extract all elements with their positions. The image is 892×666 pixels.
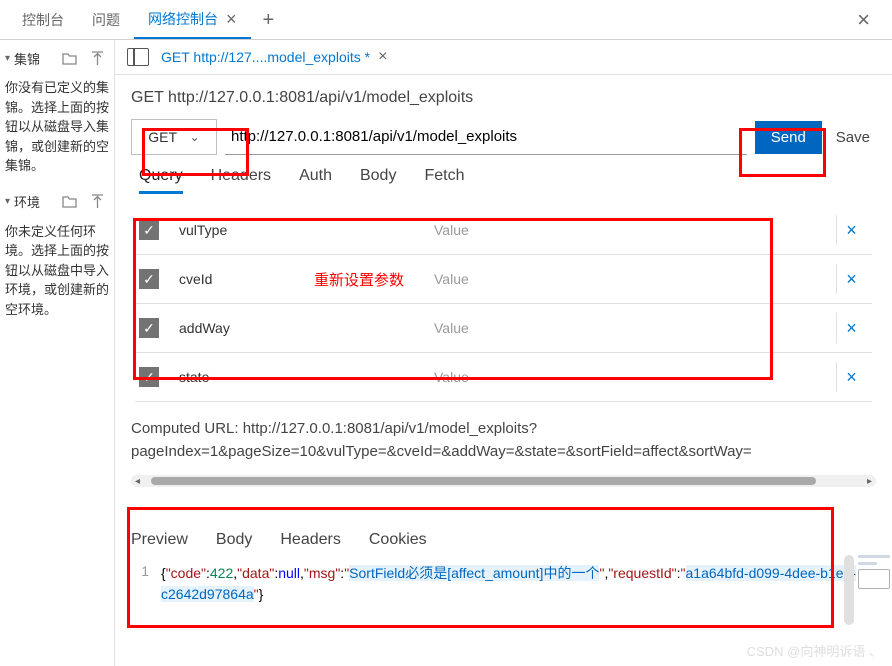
checkbox-icon[interactable]: ✓ bbox=[139, 269, 159, 289]
line-number: 1 bbox=[131, 563, 161, 605]
table-row: ✓ addWay Value × bbox=[135, 304, 872, 353]
tab-body[interactable]: Body bbox=[360, 167, 396, 194]
computed-url-label: Computed URL: bbox=[131, 420, 243, 437]
upload-icon[interactable] bbox=[85, 46, 109, 70]
chevron-down-icon: ▾ bbox=[5, 53, 10, 64]
upload-icon[interactable] bbox=[85, 190, 109, 214]
folder-icon[interactable] bbox=[57, 46, 81, 70]
param-value-input[interactable]: Value bbox=[434, 369, 826, 385]
table-row: ✓ vulType Value × bbox=[135, 206, 872, 255]
param-key[interactable]: addWay bbox=[169, 320, 304, 336]
section-title: 集锦 bbox=[14, 49, 53, 68]
scroll-left-icon[interactable]: ◂ bbox=[135, 476, 140, 487]
param-value-input[interactable]: Value bbox=[434, 222, 826, 238]
request-title: GET http://127.0.0.1:8081/api/v1/model_e… bbox=[131, 89, 876, 107]
delete-icon[interactable]: × bbox=[836, 215, 866, 245]
annotation-text: 重新设置参数 bbox=[314, 269, 424, 290]
tab-cookies[interactable]: Cookies bbox=[369, 531, 427, 549]
tab-headers[interactable]: Headers bbox=[211, 167, 271, 194]
chevron-down-icon: ⌄ bbox=[190, 130, 200, 144]
response-tabs: Preview Body Headers Cookies bbox=[115, 499, 892, 559]
send-button[interactable]: Send bbox=[755, 121, 822, 154]
sidebar: ▾ 集锦 你没有已定义的集锦。选择上面的按钮以从磁盘导入集锦，或创建新的空集锦。… bbox=[0, 40, 115, 666]
tab-query[interactable]: Query bbox=[139, 167, 183, 194]
checkbox-icon[interactable]: ✓ bbox=[139, 318, 159, 338]
minimap[interactable] bbox=[858, 555, 890, 605]
checkbox-icon[interactable]: ✓ bbox=[139, 367, 159, 387]
param-key[interactable]: cveId bbox=[169, 271, 304, 287]
tab-auth[interactable]: Auth bbox=[299, 167, 332, 194]
response-body: 1 {"code":422,"data":null,"msg":"SortFie… bbox=[115, 559, 892, 609]
tab-preview[interactable]: Preview bbox=[131, 531, 188, 549]
toggle-sidebar-icon[interactable] bbox=[127, 48, 149, 66]
top-tab-bar: 控制台 问题 网络控制台 × + × bbox=[0, 0, 892, 40]
close-panel-icon[interactable]: × bbox=[843, 7, 884, 33]
response-json[interactable]: {"code":422,"data":null,"msg":"SortField… bbox=[161, 563, 876, 605]
scroll-right-icon[interactable]: ▸ bbox=[867, 476, 872, 487]
horizontal-scrollbar[interactable]: ◂ ▸ bbox=[131, 475, 876, 487]
sidebar-section-jijin[interactable]: ▾ 集锦 bbox=[5, 46, 109, 70]
delete-icon[interactable]: × bbox=[836, 264, 866, 294]
request-area: GET http://127.0.0.1:8081/api/v1/model_e… bbox=[115, 75, 892, 410]
close-icon[interactable]: × bbox=[378, 48, 387, 66]
tab-label: 网络控制台 bbox=[148, 9, 218, 29]
param-key[interactable]: state bbox=[169, 369, 304, 385]
table-row: ✓ cveId 重新设置参数 Value × bbox=[135, 255, 872, 304]
tab-resp-headers[interactable]: Headers bbox=[280, 531, 340, 549]
query-params-table: ✓ vulType Value × ✓ cveId 重新设置参数 Value ×… bbox=[131, 206, 876, 402]
method-select[interactable]: GET ⌄ bbox=[131, 119, 217, 155]
request-tab[interactable]: GET http://127....model_exploits * × bbox=[161, 48, 387, 66]
request-tab-label: GET http://127....model_exploits * bbox=[161, 49, 370, 65]
scroll-thumb[interactable] bbox=[151, 477, 816, 485]
param-value-input[interactable]: Value bbox=[434, 320, 826, 336]
chevron-down-icon: ▾ bbox=[5, 196, 10, 207]
tab-console[interactable]: 控制台 bbox=[8, 2, 78, 38]
checkbox-icon[interactable]: ✓ bbox=[139, 220, 159, 240]
delete-icon[interactable]: × bbox=[836, 362, 866, 392]
method-value: GET bbox=[148, 129, 177, 145]
content-pane: GET http://127....model_exploits * × GET… bbox=[115, 40, 892, 666]
close-icon[interactable]: × bbox=[226, 10, 237, 28]
computed-url: Computed URL: http://127.0.0.1:8081/api/… bbox=[115, 410, 892, 471]
inner-tab-bar: GET http://127....model_exploits * × bbox=[115, 40, 892, 75]
table-row: ✓ state Value × bbox=[135, 353, 872, 402]
huanjing-description: 你未定义任何环境。选择上面的按钮以从磁盘中导入环境，或创建新的空环境。 bbox=[5, 222, 109, 320]
param-key[interactable]: vulType bbox=[169, 222, 304, 238]
add-tab-button[interactable]: + bbox=[251, 2, 287, 38]
vertical-scrollbar[interactable] bbox=[844, 555, 854, 625]
folder-icon[interactable] bbox=[57, 190, 81, 214]
url-input[interactable] bbox=[225, 119, 747, 155]
tab-network-console[interactable]: 网络控制台 × bbox=[134, 1, 251, 39]
watermark: CSDN @向神明诉语 、 bbox=[747, 641, 882, 660]
sidebar-section-huanjing[interactable]: ▾ 环境 bbox=[5, 190, 109, 214]
delete-icon[interactable]: × bbox=[836, 313, 866, 343]
param-value-input[interactable]: Value bbox=[434, 271, 826, 287]
tab-fetch[interactable]: Fetch bbox=[424, 167, 464, 194]
request-sub-tabs: Query Headers Auth Body Fetch bbox=[131, 167, 876, 194]
jijin-description: 你没有已定义的集锦。选择上面的按钮以从磁盘导入集锦，或创建新的空集锦。 bbox=[5, 78, 109, 176]
save-button[interactable]: Save bbox=[830, 121, 876, 154]
tab-resp-body[interactable]: Body bbox=[216, 531, 252, 549]
tab-issues[interactable]: 问题 bbox=[78, 2, 134, 38]
section-title: 环境 bbox=[14, 192, 53, 211]
